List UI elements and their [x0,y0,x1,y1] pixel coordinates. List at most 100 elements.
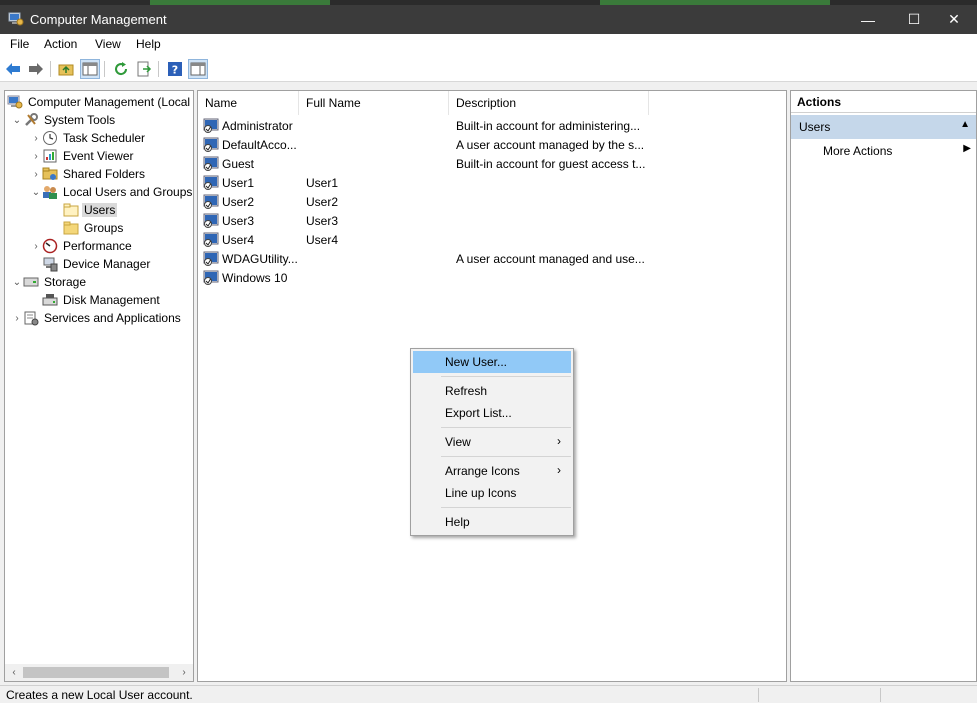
tree-node-local-users-groups[interactable]: ⌄ Local Users and Groups [30,183,193,201]
cell-full-name: User2 [306,195,339,209]
tree-node-users[interactable]: Users [63,201,118,219]
minimize-button[interactable]: — [845,5,891,34]
context-item-label: Arrange Icons [445,464,520,478]
back-icon[interactable] [3,59,23,79]
context-item-arrange-icons[interactable]: Arrange Icons › [413,460,571,482]
table-row[interactable]: User3 User3 [198,212,786,231]
tree-node-label: Disk Management [63,293,160,307]
cell-name: User4 [222,233,255,247]
table-row[interactable]: WDAGUtility... A user account managed and… [198,250,786,269]
scroll-left-icon[interactable]: ‹ [7,665,21,679]
services-applications-icon [23,310,39,326]
context-item-line-up-icons[interactable]: Line up Icons [413,482,571,504]
submenu-arrow-icon[interactable]: ▶ [963,143,971,154]
cell-name: User3 [222,214,255,228]
actions-section-users[interactable]: Users ▲ [791,115,976,139]
column-header-name[interactable]: Name [198,91,299,115]
tree-node-groups[interactable]: Groups [63,219,125,237]
menu-view[interactable]: View [95,37,121,51]
scroll-right-icon[interactable]: › [177,665,191,679]
table-row[interactable]: DefaultAcco... A user account managed by … [198,136,786,155]
tree-node-storage[interactable]: ⌄ Storage [11,273,88,291]
column-header-description[interactable]: Description [449,91,649,115]
tree-node-label: Event Viewer [63,149,134,163]
tree-node-computer-management[interactable]: Computer Management (Local [7,93,192,111]
context-item-help[interactable]: Help [413,511,571,533]
tree-node-shared-folders[interactable]: › Shared Folders [30,165,147,183]
tree-node-event-viewer[interactable]: › Event Viewer [30,147,135,165]
scrollbar-thumb[interactable] [23,667,169,678]
tree-node-system-tools[interactable]: ⌄ System Tools [11,111,117,129]
chevron-right-icon[interactable]: › [30,237,42,255]
column-header-full-name[interactable]: Full Name [299,91,449,115]
forward-icon[interactable] [26,59,46,79]
tree-node-label: Local Users and Groups [63,185,193,199]
menu-file[interactable]: File [10,37,29,51]
show-hide-tree-icon[interactable] [80,59,100,79]
user-account-icon [203,118,219,134]
context-item-label: Line up Icons [445,486,517,500]
folder-icon [63,220,79,236]
tree-node-label: Users [82,203,118,217]
menu-help[interactable]: Help [136,37,161,51]
shared-folders-icon [42,166,58,182]
collapse-up-icon[interactable]: ▲ [960,119,970,130]
toolbar-separator [104,61,105,77]
local-users-groups-icon [42,184,58,200]
show-hide-action-pane-icon[interactable] [188,59,208,79]
user-account-icon [203,175,219,191]
export-list-icon[interactable] [134,59,154,79]
status-text: Creates a new Local User account. [6,688,193,702]
tree-horizontal-scrollbar[interactable]: ‹ › [5,664,193,681]
event-viewer-icon [42,148,58,164]
status-bar: Creates a new Local User account. [0,685,977,703]
context-item-export-list[interactable]: Export List... [413,402,571,424]
cell-name: User1 [222,176,255,190]
submenu-arrow-icon: › [557,463,561,477]
chevron-right-icon[interactable]: › [30,147,42,165]
table-row[interactable]: Windows 10 [198,269,786,288]
table-row[interactable]: User4 User4 [198,231,786,250]
context-item-label: Export List... [445,406,512,420]
context-item-label: New User... [445,355,508,369]
actions-pane: Actions Users ▲ More Actions ▶ [790,90,977,682]
tree-node-label: Shared Folders [63,167,146,181]
chevron-down-icon[interactable]: ⌄ [11,111,23,129]
table-row[interactable]: Guest Built-in account for guest access t… [198,155,786,174]
refresh-icon[interactable] [111,59,131,79]
context-separator [441,376,571,377]
chevron-right-icon[interactable]: › [11,309,23,327]
toolbar: ? [0,56,977,82]
chevron-right-icon[interactable]: › [30,129,42,147]
tree-node-task-scheduler[interactable]: › Task Scheduler [30,129,147,147]
menu-action[interactable]: Action [44,37,77,51]
disk-management-icon [42,292,58,308]
actions-section-label: Users [799,120,831,134]
user-account-icon [203,137,219,153]
more-actions-item[interactable]: More Actions [823,144,892,158]
context-item-view[interactable]: View › [413,431,571,453]
table-row[interactable]: User2 User2 [198,193,786,212]
chevron-down-icon[interactable]: ⌄ [30,183,42,201]
svg-text:?: ? [172,64,178,77]
cell-name: Administrator [222,119,293,133]
folder-up-icon[interactable] [56,59,76,79]
tree-node-disk-management[interactable]: Disk Management [42,291,162,309]
table-row[interactable]: Administrator Built-in account for admini… [198,117,786,136]
tree-node-performance[interactable]: › Performance [30,237,134,255]
tree-node-services-applications[interactable]: › Services and Applications [11,309,183,327]
cell-full-name: User1 [306,176,339,190]
chevron-right-icon[interactable]: › [30,165,42,183]
actions-header: Actions [791,91,976,113]
computer-management-icon [7,94,23,110]
tree-node-device-manager[interactable]: Device Manager [42,255,152,273]
help-icon[interactable]: ? [165,59,185,79]
tree-node-label: Performance [63,239,132,253]
context-item-new-user[interactable]: New User... [413,351,571,373]
close-button[interactable]: ✕ [931,5,977,34]
tree-node-label: Device Manager [63,257,151,271]
context-item-refresh[interactable]: Refresh [413,380,571,402]
table-row[interactable]: User1 User1 [198,174,786,193]
chevron-down-icon[interactable]: ⌄ [11,273,23,291]
computer-management-icon [8,12,24,26]
